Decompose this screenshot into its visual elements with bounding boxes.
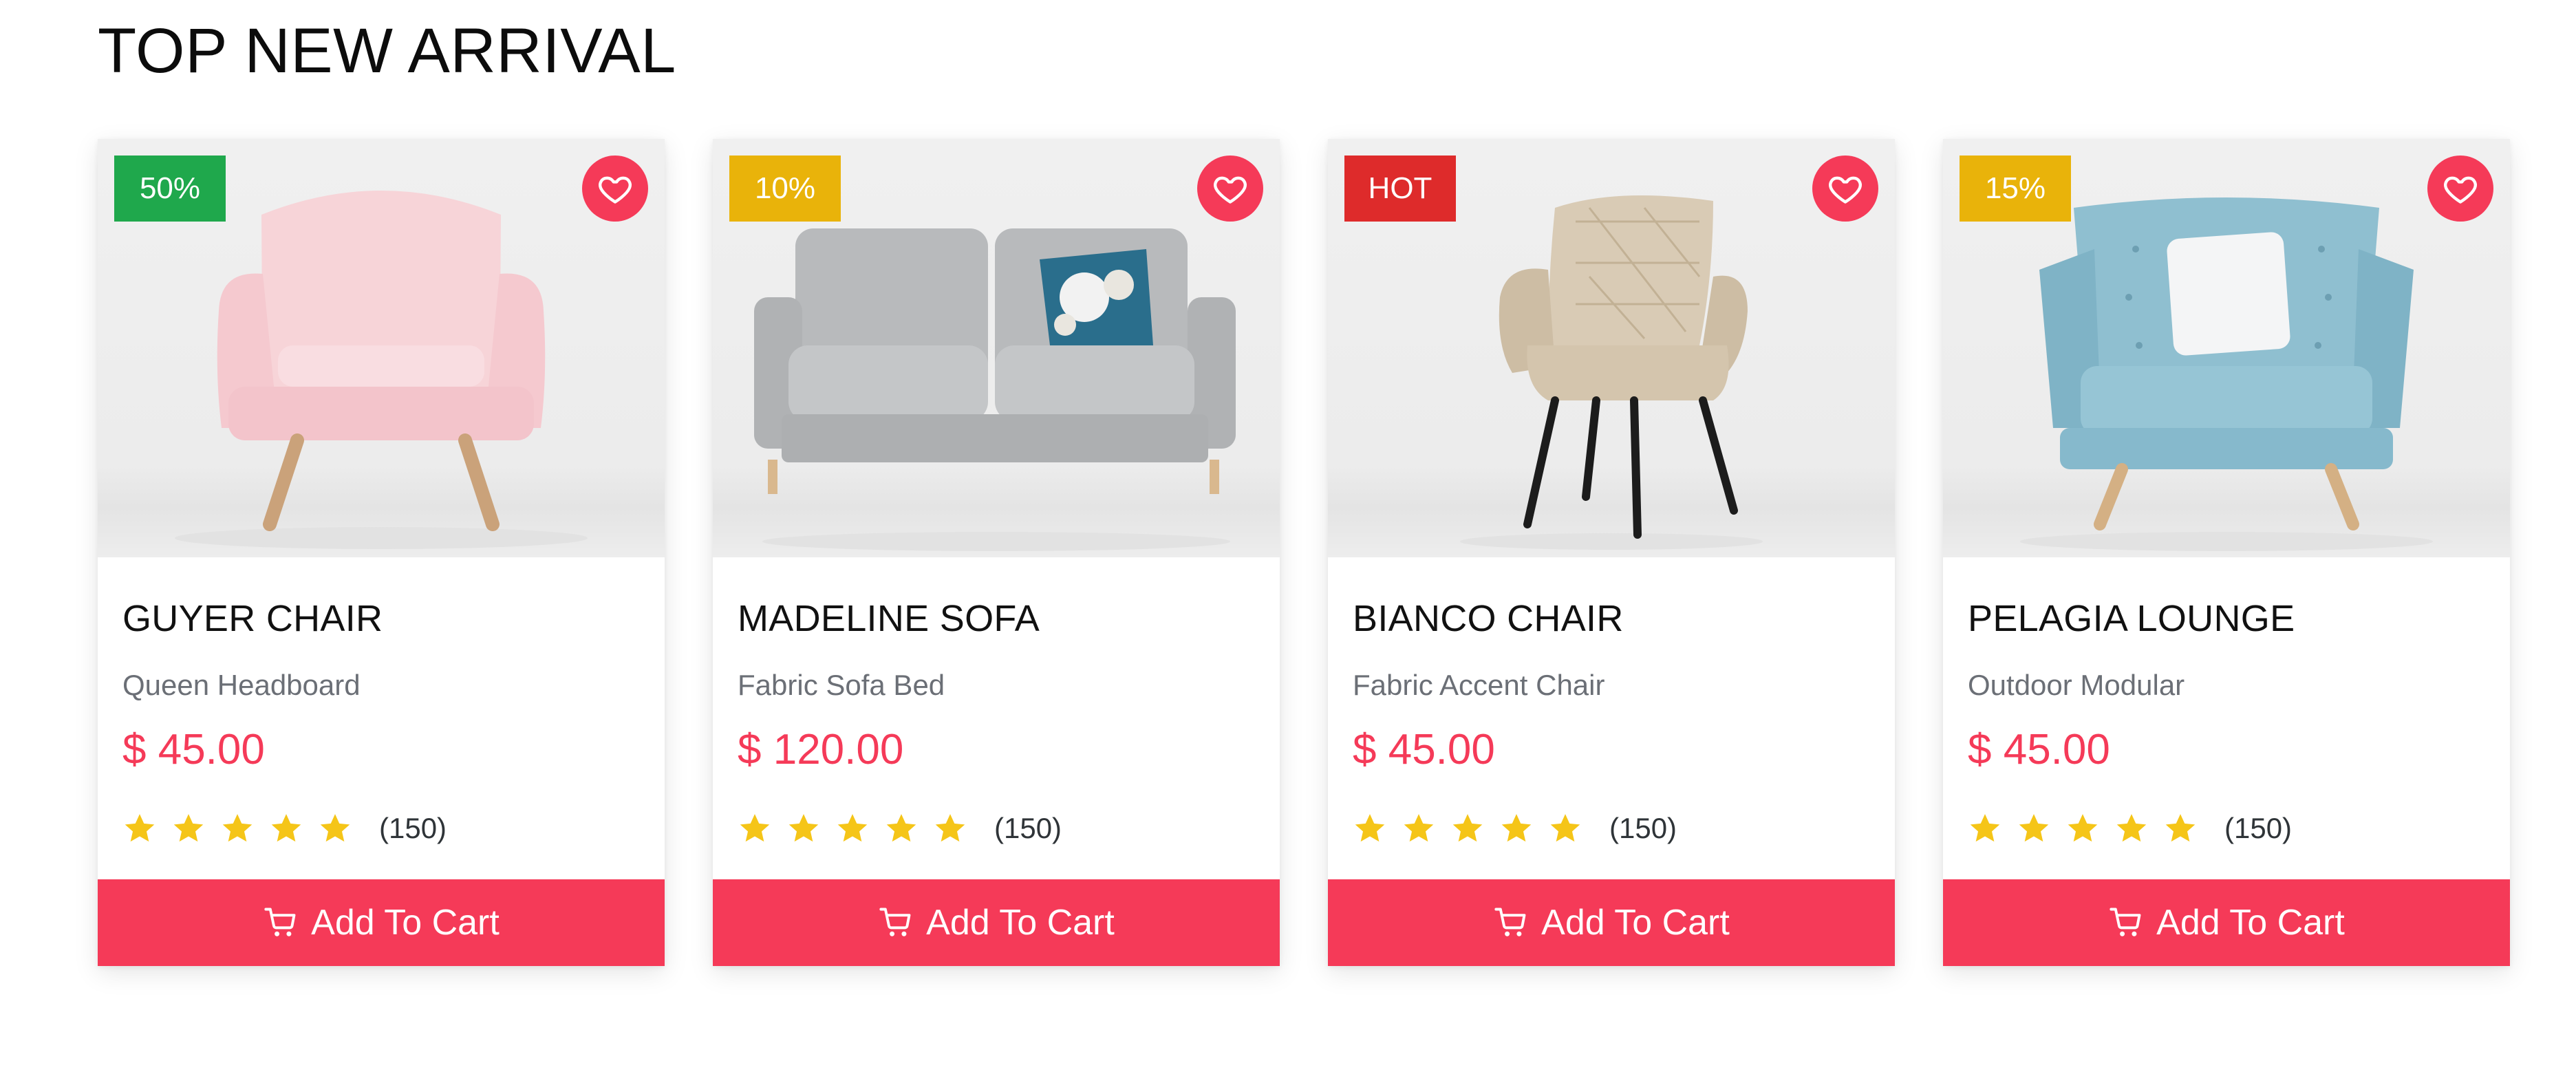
review-count: (150) — [994, 812, 1062, 844]
cart-icon — [263, 905, 299, 941]
product-subtitle: Queen Headboard — [122, 669, 361, 701]
star-icon — [1548, 811, 1582, 846]
star-icon — [2017, 811, 2051, 846]
star-icon — [1499, 811, 1534, 846]
product-card[interactable]: 15% PELAGIA LOUNGE Outdoor Modular $ 45.… — [1943, 139, 2510, 966]
star-icon — [933, 811, 967, 846]
wishlist-button[interactable] — [1197, 156, 1263, 222]
product-subtitle: Outdoor Modular — [1968, 669, 2185, 701]
product-subtitle: Fabric Accent Chair — [1353, 669, 1605, 701]
review-count: (150) — [2224, 812, 2293, 844]
add-to-cart-label: Add To Cart — [1541, 903, 1730, 943]
product-image[interactable]: 10% — [713, 139, 1280, 557]
star-icon — [2163, 811, 2198, 846]
star-icon — [1968, 811, 2002, 846]
product-name[interactable]: PELAGIA LOUNGE — [1968, 597, 2295, 640]
star-icon — [1402, 811, 1436, 846]
product-card[interactable]: 50% GUYER CHAIR Queen Headboard $ 45.00 … — [98, 139, 665, 966]
product-name[interactable]: GUYER CHAIR — [122, 597, 383, 640]
discount-badge: 10% — [729, 156, 841, 222]
add-to-cart-button[interactable]: Add To Cart — [1328, 879, 1895, 966]
cart-icon — [878, 905, 914, 941]
product-price: $ 45.00 — [1968, 726, 2110, 773]
star-icon — [835, 811, 870, 846]
wishlist-button[interactable] — [1812, 156, 1878, 222]
heart-icon — [1829, 176, 1862, 204]
rating: (150) — [1353, 808, 1677, 849]
review-count: (150) — [379, 812, 447, 844]
cart-icon — [1493, 905, 1529, 941]
star-icon — [1353, 811, 1387, 846]
rating: (150) — [738, 808, 1062, 849]
rating: (150) — [1968, 808, 2292, 849]
add-to-cart-label: Add To Cart — [2156, 903, 2345, 943]
add-to-cart-label: Add To Cart — [311, 903, 500, 943]
wishlist-button[interactable] — [582, 156, 648, 222]
add-to-cart-button[interactable]: Add To Cart — [98, 879, 665, 966]
product-card[interactable]: 10% MADELINE SOFA Fabric Sofa Bed $ 120.… — [713, 139, 1280, 966]
star-icon — [318, 811, 352, 846]
star-icon — [2065, 811, 2100, 846]
add-to-cart-button[interactable]: Add To Cart — [1943, 879, 2510, 966]
heart-icon — [599, 176, 632, 204]
product-grid: 50% GUYER CHAIR Queen Headboard $ 45.00 … — [98, 139, 2510, 966]
add-to-cart-button[interactable]: Add To Cart — [713, 879, 1280, 966]
star-icon — [269, 811, 303, 846]
star-icon — [1450, 811, 1485, 846]
section-title: TOP NEW ARRIVAL — [98, 16, 676, 86]
product-image[interactable]: HOT — [1328, 139, 1895, 557]
product-name[interactable]: BIANCO CHAIR — [1353, 597, 1624, 640]
product-price: $ 45.00 — [122, 726, 265, 773]
star-icon — [122, 811, 157, 846]
product-image[interactable]: 15% — [1943, 139, 2510, 557]
wishlist-button[interactable] — [2427, 156, 2493, 222]
heart-icon — [1214, 176, 1247, 204]
product-image[interactable]: 50% — [98, 139, 665, 557]
product-subtitle: Fabric Sofa Bed — [738, 669, 945, 701]
star-icon — [786, 811, 821, 846]
cart-icon — [2108, 905, 2144, 941]
star-icon — [220, 811, 255, 846]
hot-badge: HOT — [1344, 156, 1456, 222]
product-price: $ 120.00 — [738, 726, 904, 773]
rating: (150) — [122, 808, 447, 849]
star-icon — [2114, 811, 2149, 846]
product-name[interactable]: MADELINE SOFA — [738, 597, 1040, 640]
star-icon — [738, 811, 772, 846]
heart-icon — [2444, 176, 2477, 204]
discount-badge: 15% — [1960, 156, 2071, 222]
star-icon — [171, 811, 206, 846]
star-icon — [884, 811, 919, 846]
review-count: (150) — [1609, 812, 1677, 844]
product-card[interactable]: HOT BIANCO CHAIR Fabric Accent Chair $ 4… — [1328, 139, 1895, 966]
product-price: $ 45.00 — [1353, 726, 1495, 773]
discount-badge: 50% — [114, 156, 226, 222]
add-to-cart-label: Add To Cart — [926, 903, 1115, 943]
